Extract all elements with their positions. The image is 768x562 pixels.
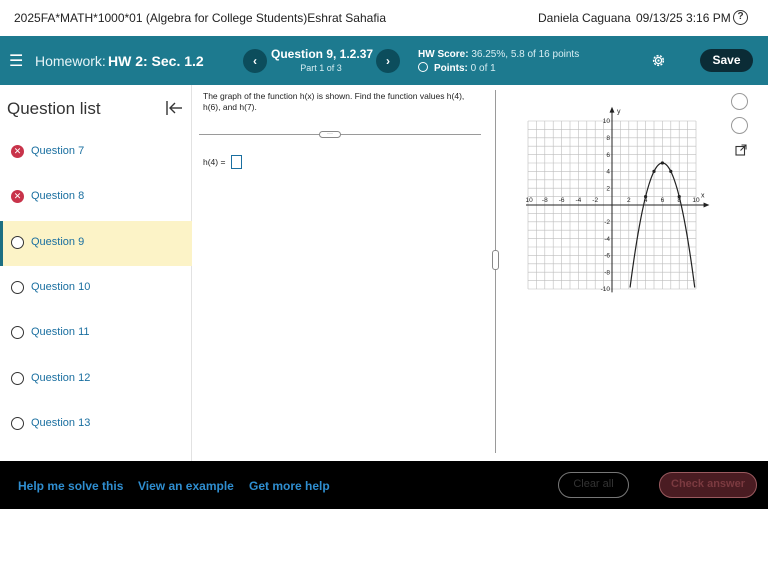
- sidebar-item-label: Question 9: [31, 236, 85, 248]
- pane-splitter-handle[interactable]: [492, 250, 499, 270]
- chevron-left-icon: ‹: [253, 54, 257, 68]
- y-tick-label: 4: [606, 169, 610, 176]
- score-value: 36.25%, 5.8 of 16 points: [471, 49, 580, 60]
- unanswered-circle-icon: [11, 236, 24, 249]
- question-part: Part 1 of 3: [300, 63, 342, 73]
- incorrect-icon: ✕: [11, 145, 24, 158]
- score-label: HW Score:: [418, 49, 469, 60]
- x-tick-label: 2: [627, 197, 631, 204]
- homework-name: HW 2: Sec. 1.2: [108, 53, 204, 69]
- view-example-link[interactable]: View an example: [138, 479, 234, 493]
- points-circle-icon: [418, 62, 428, 72]
- collapse-left-icon[interactable]: [165, 100, 183, 116]
- y-tick-label: 8: [606, 135, 610, 142]
- hamburger-icon[interactable]: ☰: [9, 51, 23, 71]
- question-title: Question 9, 1.2.37: [271, 47, 374, 61]
- x-tick-label: -2: [592, 197, 598, 204]
- more-help-link[interactable]: Get more help: [249, 479, 330, 493]
- question-circle-icon[interactable]: ?: [733, 10, 748, 25]
- x-tick-label: 6: [661, 197, 665, 204]
- x-axis-arrow: [703, 202, 710, 208]
- homework-label: Homework:: [35, 53, 106, 69]
- unanswered-circle-icon: [11, 326, 24, 339]
- y-tick-label: 10: [603, 118, 611, 125]
- sidebar-item-label: Question 11: [31, 326, 90, 338]
- course-title: 2025FA*MATH*1000*01 (Algebra for College…: [14, 11, 386, 25]
- pane-splitter: [495, 90, 496, 453]
- x-tick-label: -10: [526, 197, 533, 204]
- x-tick-label: 10: [692, 197, 700, 204]
- sidebar-item-question-10[interactable]: Question 10: [0, 266, 192, 311]
- y-axis-label: y: [617, 108, 621, 115]
- unanswered-circle-icon: [11, 417, 24, 430]
- x-tick-label: -4: [576, 197, 582, 204]
- sidebar-item-question-7[interactable]: ✕ Question 7: [0, 130, 192, 175]
- curve-point: [660, 161, 664, 165]
- y-tick-label: -8: [604, 269, 610, 276]
- next-question-button[interactable]: ›: [376, 49, 400, 73]
- sidebar-item-label: Question 12: [31, 372, 91, 384]
- help-bar: Help me solve this View an example Get m…: [0, 461, 768, 509]
- check-answer-button[interactable]: Check answer: [659, 472, 757, 498]
- x-axis-label: x: [701, 192, 705, 199]
- chevron-right-icon: ›: [386, 54, 390, 68]
- y-axis-arrow: [609, 106, 615, 113]
- sidebar-item-question-8[interactable]: ✕ Question 8: [0, 175, 192, 220]
- user-name: Daniela Caguana: [538, 11, 631, 25]
- timestamp: 09/13/25 3:16 PM: [636, 11, 731, 25]
- tool-circle-icon[interactable]: [731, 117, 748, 134]
- question-prompt: The graph of the function h(x) is shown.…: [203, 91, 465, 112]
- curve-point: [677, 195, 681, 199]
- sidebar-item-question-11[interactable]: Question 11: [0, 311, 192, 356]
- save-button[interactable]: Save: [700, 49, 753, 72]
- points-label: Points:: [434, 63, 468, 74]
- answer-input-h4[interactable]: [231, 155, 242, 169]
- question-points: Points: 0 of 1: [418, 62, 496, 74]
- y-tick-label: 6: [606, 152, 610, 159]
- y-tick-label: -10: [601, 286, 611, 293]
- x-tick-label: -6: [559, 197, 565, 204]
- points-value: 0 of 1: [470, 63, 496, 74]
- y-tick-label: -2: [604, 219, 610, 226]
- question-list-panel: Question list ✕ Question 7 ✕ Question 8 …: [0, 85, 192, 461]
- external-link-icon[interactable]: [735, 144, 747, 156]
- top-bar: 2025FA*MATH*1000*01 (Algebra for College…: [0, 0, 768, 36]
- unanswered-circle-icon: [11, 372, 24, 385]
- question-workspace: The graph of the function h(x) is shown.…: [193, 85, 768, 461]
- y-tick-label: 2: [606, 185, 610, 192]
- sidebar-item-question-9[interactable]: Question 9: [0, 221, 192, 266]
- unanswered-circle-icon: [11, 281, 24, 294]
- curve-point: [644, 195, 648, 199]
- previous-question-button[interactable]: ‹: [243, 49, 267, 73]
- y-tick-label: -6: [604, 253, 610, 260]
- curve-point: [652, 169, 656, 173]
- sidebar-item-label: Question 8: [31, 190, 85, 202]
- homework-score: HW Score: 36.25%, 5.8 of 16 points: [418, 49, 579, 60]
- x-tick-label: -8: [542, 197, 548, 204]
- function-graph: xy-10-8-6-4-2246810108642-2-4-6-8-10: [526, 106, 710, 293]
- sidebar-item-question-13[interactable]: Question 13: [0, 402, 192, 447]
- help-me-solve-link[interactable]: Help me solve this: [18, 479, 123, 493]
- curve-point: [669, 169, 673, 173]
- sidebar-item-label: Question 13: [31, 417, 91, 429]
- incorrect-icon: ✕: [11, 190, 24, 203]
- gear-icon[interactable]: [651, 53, 666, 68]
- divider-drag-handle[interactable]: ···: [319, 131, 341, 138]
- question-list-heading: Question list: [7, 99, 101, 118]
- clear-all-button[interactable]: Clear all: [558, 472, 629, 498]
- answer-label: h(4) =: [203, 157, 226, 167]
- sidebar-item-label: Question 7: [31, 145, 85, 157]
- tool-circle-icon[interactable]: [731, 93, 748, 110]
- sidebar-item-label: Question 10: [31, 281, 91, 293]
- y-tick-label: -4: [604, 236, 610, 243]
- homework-bar: ☰ Homework: HW 2: Sec. 1.2 ‹ Question 9,…: [0, 36, 768, 85]
- sidebar-item-question-12[interactable]: Question 12: [0, 357, 192, 402]
